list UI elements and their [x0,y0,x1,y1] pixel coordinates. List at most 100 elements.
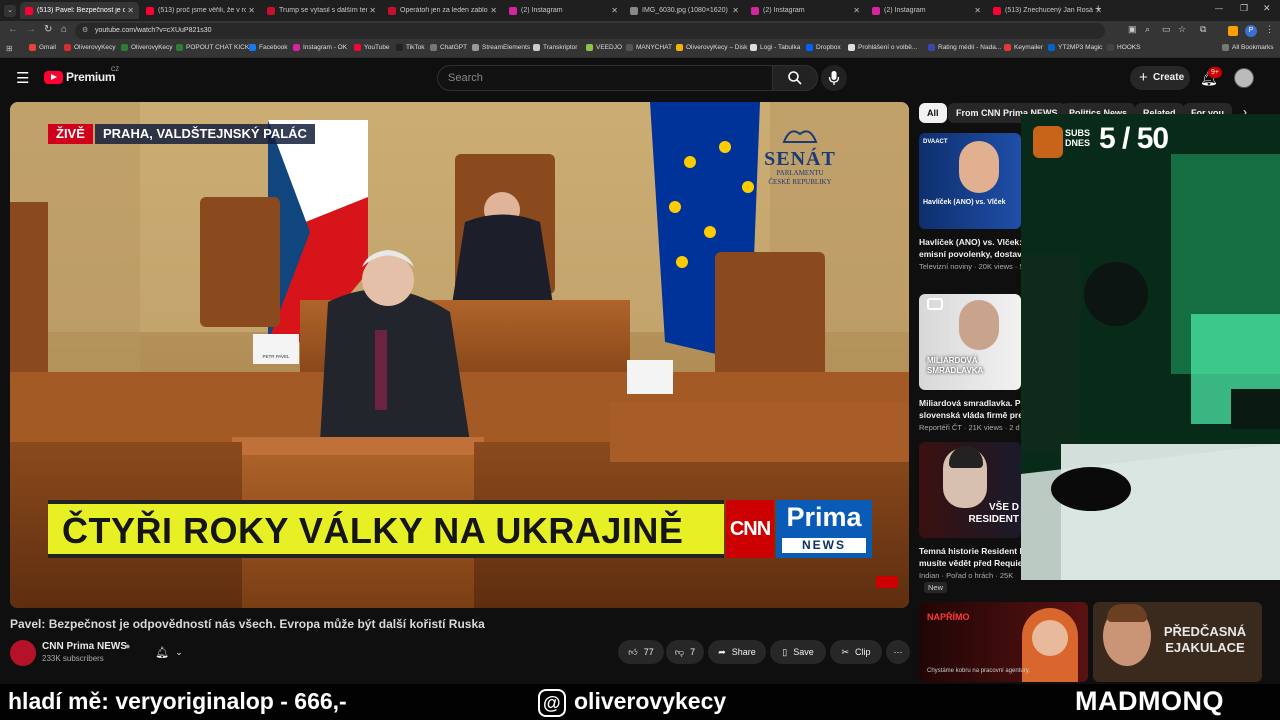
clip-button[interactable]: ✂ Clip [830,640,882,664]
home-icon[interactable]: ⌂ [61,24,67,35]
search-button[interactable] [772,65,818,91]
like-button[interactable]: 👍︎ 77 [618,640,664,664]
bookmark-item[interactable]: VEEDJO [586,44,622,51]
recommendation-thumbnail[interactable]: MILIARDOVÁ SMRADLAVKA [919,294,1021,390]
tab-close-icon[interactable]: ✕ [974,6,981,15]
subscribed-bell-button[interactable]: 🔔︎ ⌄ [146,640,192,664]
tab-search-icon[interactable]: ⌄ [4,5,16,17]
chip-0[interactable]: All [919,103,947,123]
search-input[interactable]: Search [437,65,773,91]
url-field[interactable]: ⚙ youtube.com/watch?v=cXUuP821s30 [75,23,1105,39]
bookmark-item[interactable]: StreamElements [472,44,530,51]
bookmark-item[interactable]: Gmail [29,44,56,51]
tab-close-icon[interactable]: ✕ [248,6,255,15]
apps-icon[interactable]: ⊞ [6,44,13,53]
close-window-icon[interactable]: ✕ [1263,3,1271,14]
minimize-icon[interactable]: — [1215,4,1223,13]
save-button[interactable]: ▯ Save [770,640,826,664]
bookmark-favicon-icon [176,44,183,51]
cast-icon[interactable]: ▭ [1162,24,1171,35]
recommendation-title-line2[interactable]: emisní povolenky, dostavb [919,248,1021,260]
browser-tab[interactable]: (2) Instagram ✕ [746,2,865,19]
bookmark-item[interactable]: OliverovyKecy – Disk [676,44,747,51]
tab-close-icon[interactable]: ✕ [732,6,739,15]
browser-menu-icon[interactable]: ⋮ [1265,24,1274,35]
browser-tab[interactable]: (2) Instagram ✕ [867,2,986,19]
share-button[interactable]: ➦ Share [708,640,766,664]
recommendation-thumbnail[interactable]: VŠE D RESIDENT [919,442,1021,538]
browser-tab[interactable]: IMG_6030.jpg (1080×1620) ✕ [625,2,744,19]
browser-tab[interactable]: (513) Znechucený Jan Rosák zl✕ [988,2,1107,19]
bookmark-item[interactable]: Transkriptor [533,44,577,51]
bookmark-item[interactable]: YouTube [354,44,390,51]
chevron-down-icon: ⌄ [175,646,183,657]
bookmark-item[interactable]: HOOKS [1107,44,1140,51]
bookmark-item[interactable]: Rating médií - Nada... [928,44,1001,51]
tab-close-icon[interactable]: ✕ [853,6,860,15]
thumbs-down-icon: 👎︎ [674,646,685,657]
menu-icon[interactable]: ☰ [16,69,29,87]
save-label: Save [793,647,814,657]
dislike-button[interactable]: 👎︎ 7 [666,640,704,664]
bottom-thumb-2[interactable]: PŘEDČASNÁ EJAKULACE [1093,602,1262,682]
bookmark-item[interactable]: ChatGPT [430,44,467,51]
forward-icon[interactable]: → [26,24,36,35]
tab-favicon-icon [751,6,759,15]
browser-tab[interactable]: (513) proč jsme věřili, že v roce ✕ [141,2,260,19]
avatar[interactable] [1234,68,1254,88]
tab-close-icon[interactable]: ✕ [369,6,376,15]
webcam-overlay: SUBS DNES 5 / 50 [1021,114,1280,580]
back-icon[interactable]: ← [8,24,18,35]
recommendation-title-line2[interactable]: slovenská vláda firmě prer [919,409,1021,421]
tab-favicon-icon [267,6,275,15]
profile-icon[interactable]: P [1245,25,1257,37]
bookmark-item[interactable]: Keymailer [1004,44,1043,51]
bookmark-star-icon[interactable]: ☆ [1178,24,1186,35]
more-actions-button[interactable]: ⋯ [886,640,910,664]
recommendation-title[interactable]: Miliardová smradlavka. Po [919,397,1021,409]
tab-title: Operátoři jen za leden zabloko [400,7,488,14]
extension-icon[interactable] [1228,26,1238,36]
channel-name[interactable]: CNN Prima NEWS [42,641,127,652]
voice-search-button[interactable] [821,65,847,91]
youtube-logo-icon[interactable] [44,71,63,84]
bookmark-item[interactable]: Instagram - OK [293,44,347,51]
install-icon[interactable]: ▣ [1128,24,1137,35]
bookmark-item[interactable]: POPOUT CHAT KICK [176,44,249,51]
recommendation-title-line2[interactable]: musíte vědět před Requier [919,557,1021,569]
thumb-label: PŘEDČASNÁ EJAKULACE [1163,624,1247,655]
bookmark-item[interactable]: Prohlášení o volbě... [848,44,917,51]
restore-icon[interactable]: ❐ [1240,3,1248,14]
bookmark-item[interactable]: Logi - Tabulka [750,44,800,51]
browser-tab[interactable]: Trump se vytasil s dalším termí ✕ [262,2,381,19]
bookmark-item[interactable]: Facebook [249,44,288,51]
create-button[interactable]: + Create [1130,66,1190,90]
recommendation-meta: Reportéři ČT · 21K views · 2 d [919,423,1020,432]
browser-tab[interactable]: (513) Pavel: Bezpečnost je o ✕ [20,2,139,19]
tab-close-icon[interactable]: ✕ [490,6,497,15]
new-tab-icon[interactable]: + [1095,3,1101,15]
channel-avatar[interactable] [10,640,36,666]
browser-tab[interactable]: Operátoři jen za leden zabloko ✕ [383,2,502,19]
bookmark-item[interactable]: Dropbox [806,44,841,51]
bookmark-item[interactable]: YT2MP3 Magic [1048,44,1102,51]
bottom-thumb-1[interactable]: NAPŘÍMO Chystáme kobru na pracovní agent… [919,602,1088,682]
recommendation-thumbnail[interactable]: Havlíček (ANO) vs. Vlček DVAACT [919,133,1021,229]
zoom-icon[interactable]: ⌕ [1145,24,1150,35]
extensions-icon[interactable]: ⧉ [1200,24,1206,35]
bookmark-item[interactable]: OliverovyKecy [121,44,173,51]
recommendation-title[interactable]: Temná historie Resident E [919,545,1021,557]
bookmark-item[interactable]: TikTok [396,44,425,51]
recommendation-title[interactable]: Havlíček (ANO) vs. Vlček: Nový n [919,236,1021,248]
browser-tab[interactable]: (2) Instagram ✕ [504,2,623,19]
tab-close-icon[interactable]: ✕ [611,6,618,15]
video-player[interactable]: SENÁT PARLAMENTU ČESKÉ REPUBLIKY PETR PA… [10,102,909,608]
tab-close-icon[interactable]: ✕ [127,6,134,15]
bookmark-item[interactable]: MANYCHAT [626,44,672,51]
bookmark-item[interactable]: OliverovyKecy [64,44,116,51]
subs-count: 5 / 50 [1099,122,1169,155]
reload-icon[interactable]: ↻ [44,24,52,35]
site-info-icon[interactable]: ⚙ [82,23,88,39]
all-bookmarks[interactable]: All Bookmarks [1222,44,1274,51]
youtube-premium-logo[interactable]: Premium [66,70,116,84]
